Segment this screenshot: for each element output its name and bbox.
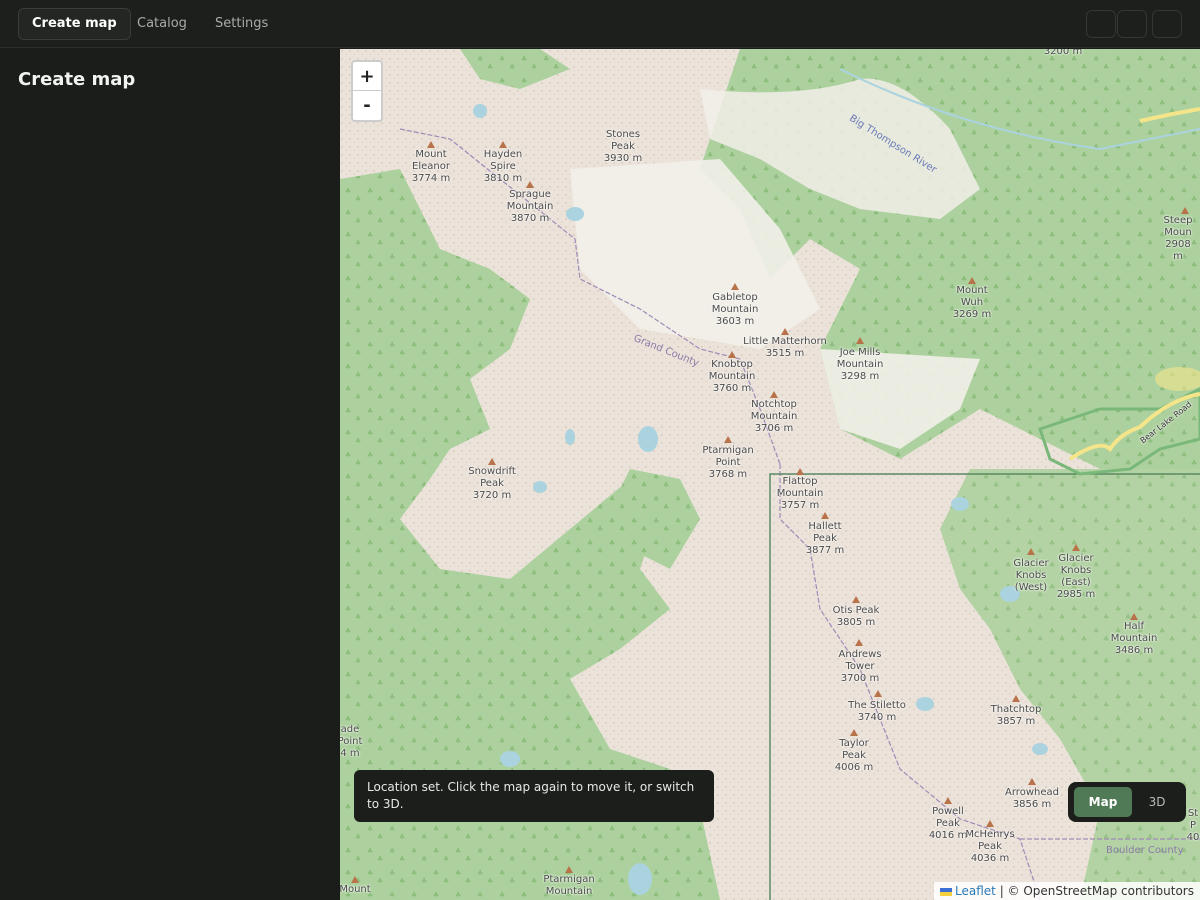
peak-marker-icon <box>944 797 952 804</box>
peak-label: Hallett Peak 3877 m <box>805 521 845 556</box>
peak-marker-icon <box>796 468 804 475</box>
peak-label: Thatchtop 3857 m <box>990 704 1042 727</box>
peak-label: The Stiletto 3740 m <box>848 700 906 723</box>
map-attribution: Leaflet | © OpenStreetMap contributors <box>934 882 1200 900</box>
peak-label: Joe Mills Mountain 3298 m <box>836 347 884 382</box>
peak-marker-icon <box>852 596 860 603</box>
peak-label: Glacier Knobs (West) <box>1013 558 1049 593</box>
peak-marker-icon <box>855 639 863 646</box>
peak-label: Andrews Tower 3700 m <box>838 649 882 684</box>
peak-label: Ptarmigan Point 3768 m <box>702 445 754 480</box>
peak-marker-icon <box>427 141 435 148</box>
peak-marker-icon <box>351 876 359 883</box>
peak-label: Mount <box>340 884 371 895</box>
peak-marker-icon <box>770 391 778 398</box>
peak-label: Flattop Mountain 3757 m <box>776 476 824 511</box>
peak-marker-icon <box>1072 544 1080 551</box>
attribution-separator: | <box>995 884 1008 898</box>
peak-marker-icon <box>968 277 976 284</box>
peak-marker-icon <box>724 436 732 443</box>
peak-label: Otis Peak 3805 m <box>832 605 880 628</box>
toolbar-button-3[interactable] <box>1152 10 1182 38</box>
ukraine-flag-icon <box>940 888 953 896</box>
peak-marker-icon <box>488 458 496 465</box>
peak-label: St P 40 <box>1186 808 1200 843</box>
peak-marker-icon <box>781 328 789 335</box>
3d-view-button[interactable]: 3D <box>1132 787 1182 817</box>
peak-label: ade Point 4 m <box>340 724 363 759</box>
toolbar-button-2[interactable] <box>1117 10 1147 38</box>
peak-marker-icon <box>1181 207 1189 214</box>
peak-label: Snowdrift Peak 3720 m <box>468 466 516 501</box>
peak-marker-icon <box>1130 613 1138 620</box>
peak-label: Mount Eleanor 3774 m <box>411 149 451 184</box>
peak-marker-icon <box>874 690 882 697</box>
top-bar: Create map Catalog Settings <box>0 0 1200 48</box>
peak-marker-icon <box>1012 695 1020 702</box>
peak-marker-icon <box>526 181 534 188</box>
osm-attribution: © OpenStreetMap contributors <box>1007 884 1194 898</box>
peak-marker-icon <box>1027 548 1035 555</box>
zoom-in-button[interactable]: + <box>353 62 381 91</box>
leaflet-link[interactable]: Leaflet <box>955 884 996 898</box>
tab-create-map[interactable]: Create map <box>18 8 131 40</box>
peak-label: Powell Peak 4016 m <box>928 806 968 841</box>
map-view-button[interactable]: Map <box>1074 787 1132 817</box>
peak-label: Knobtop Mountain 3760 m <box>708 359 756 394</box>
peak-label: Steep Moun 2908 m <box>1163 215 1193 262</box>
zoom-control: + - <box>351 60 383 122</box>
peak-marker-icon <box>728 351 736 358</box>
peak-marker-icon <box>856 337 864 344</box>
peak-label: Notchtop Mountain 3706 m <box>750 399 798 434</box>
peak-label: Stones Peak 3930 m <box>603 129 643 164</box>
sidebar: Create map <box>0 49 340 900</box>
county-label: Boulder County <box>1106 845 1184 856</box>
peak-label: Half Mountain 3486 m <box>1110 621 1158 656</box>
peak-marker-icon <box>850 729 858 736</box>
tab-settings[interactable]: Settings <box>202 8 281 40</box>
peak-marker-icon <box>1028 778 1036 785</box>
peak-marker-icon <box>499 141 507 148</box>
tab-catalog[interactable]: Catalog <box>124 8 200 40</box>
sidebar-title: Create map <box>18 69 136 90</box>
peak-label: Glacier Knobs (East) 2985 m <box>1056 553 1096 600</box>
toolbar-button-1[interactable] <box>1086 10 1116 38</box>
zoom-out-button[interactable]: - <box>353 91 381 120</box>
peak-label: Sprague Mountain 3870 m <box>506 189 554 224</box>
map-canvas[interactable]: ♣ ♣ 3200 m Mount Eleano <box>340 49 1200 900</box>
peak-label: Ptarmigan Mountain <box>543 874 595 897</box>
peak-label: Hayden Spire 3810 m <box>483 149 523 184</box>
view-toggle: Map 3D <box>1068 782 1186 822</box>
peak-marker-icon <box>821 512 829 519</box>
location-toast: Location set. Click the map again to mov… <box>354 770 714 822</box>
peak-marker-icon <box>731 283 739 290</box>
peak-label: Little Matterhorn 3515 m <box>743 336 827 359</box>
peak-label: 3200 m <box>1043 49 1083 57</box>
peak-marker-icon <box>986 820 994 827</box>
peak-label: Gabletop Mountain 3603 m <box>711 292 759 327</box>
peak-label: Taylor Peak 4006 m <box>834 738 874 773</box>
peak-label: Arrowhead 3856 m <box>1005 787 1059 810</box>
peak-marker-icon <box>565 866 573 873</box>
peak-label: McHenrys Peak 4036 m <box>965 829 1015 864</box>
peak-label: Mount Wuh 3269 m <box>952 285 992 320</box>
